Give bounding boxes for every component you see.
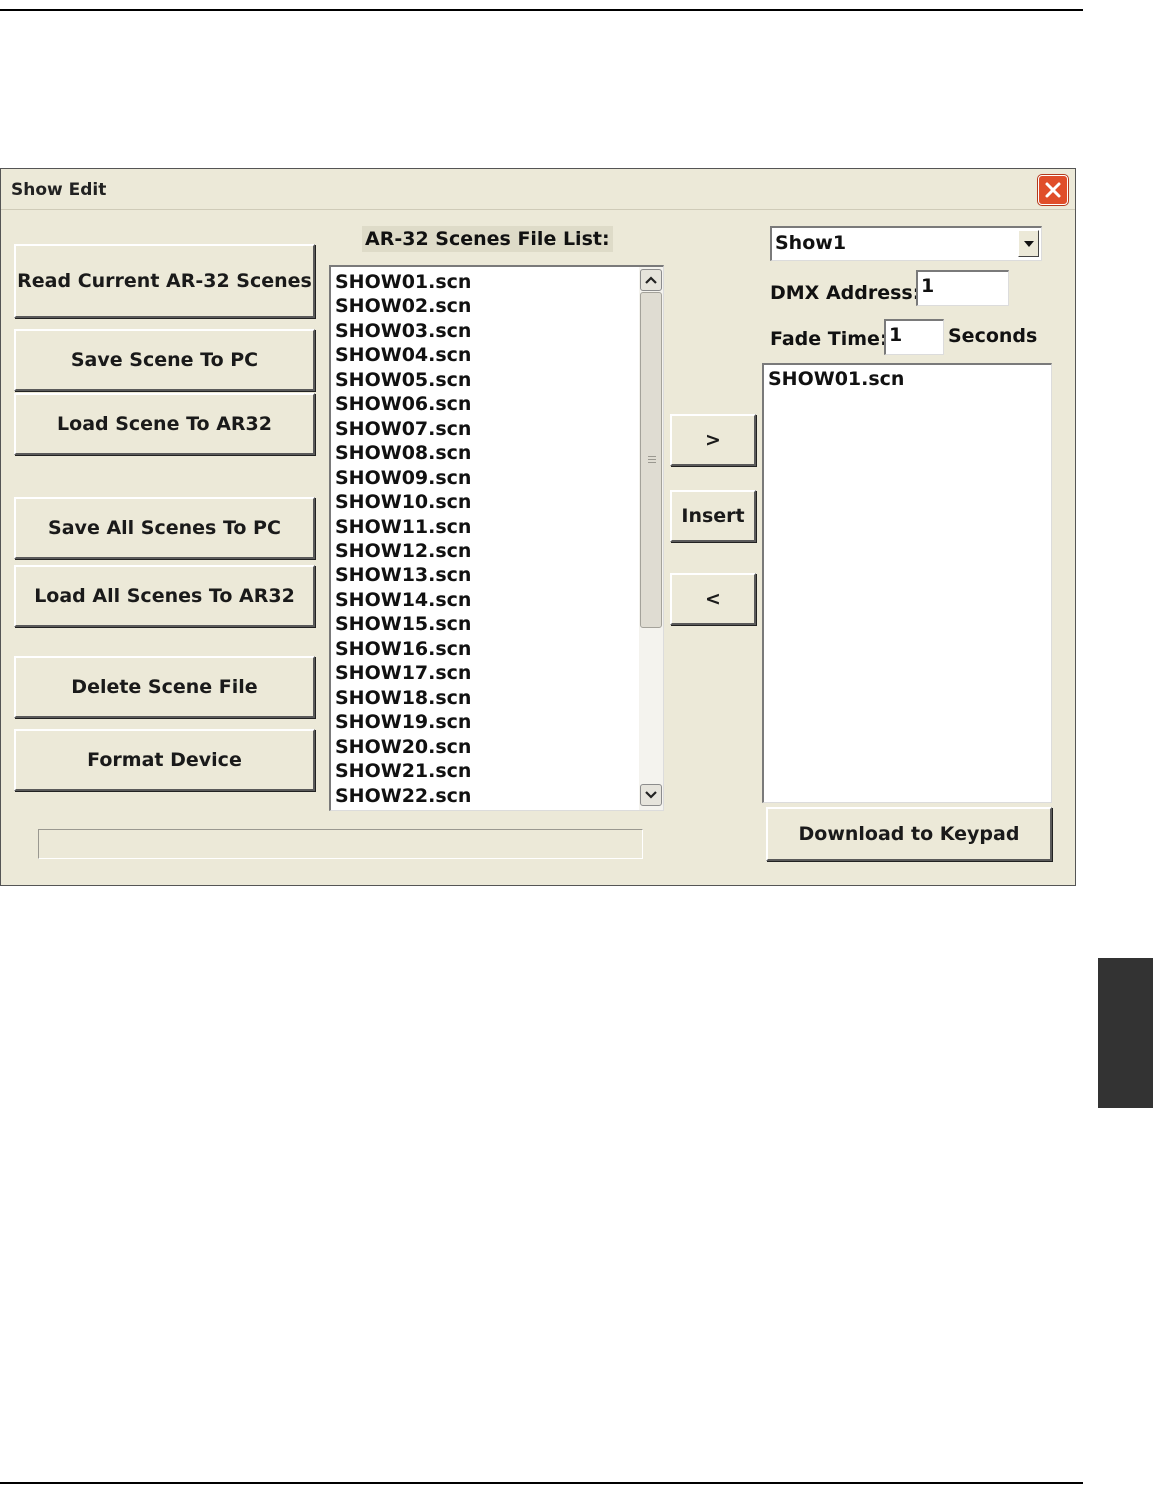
scroll-down-button[interactable] <box>640 784 662 806</box>
list-item[interactable]: SHOW16.scn <box>331 637 639 661</box>
file-list-label: AR-32 Scenes File List: <box>362 226 613 252</box>
arrow-up-icon <box>645 276 657 284</box>
list-item[interactable]: SHOW15.scn <box>331 612 639 636</box>
list-item[interactable]: SHOW01.scn <box>764 367 1051 391</box>
save-all-scenes-to-pc-button[interactable]: Save All Scenes To PC <box>14 497 315 559</box>
list-item[interactable]: SHOW12.scn <box>331 539 639 563</box>
list-item[interactable]: SHOW11.scn <box>331 515 639 539</box>
show-select[interactable]: Show1 <box>770 226 1042 261</box>
window-title: Show Edit <box>11 180 107 200</box>
load-scene-to-ar32-button[interactable]: Load Scene To AR32 <box>14 393 315 455</box>
arrow-down-icon <box>645 791 657 799</box>
remove-scene-button[interactable]: < <box>670 573 756 625</box>
read-current-scenes-button[interactable]: Read Current AR-32 Scenes <box>14 244 315 318</box>
list-item[interactable]: SHOW02.scn <box>331 294 639 318</box>
list-item[interactable]: SHOW08.scn <box>331 441 639 465</box>
chevron-down-icon <box>1023 240 1034 247</box>
list-item[interactable]: SHOW13.scn <box>331 563 639 587</box>
close-icon <box>1045 182 1061 198</box>
show-select-dropdown-button[interactable] <box>1018 230 1039 257</box>
show-scene-list[interactable]: SHOW01.scn <box>762 363 1052 803</box>
delete-scene-file-button[interactable]: Delete Scene File <box>14 656 315 718</box>
fade-time-input[interactable]: 1 <box>884 319 944 355</box>
load-all-scenes-to-ar32-button[interactable]: Load All Scenes To AR32 <box>14 565 315 627</box>
list-item[interactable]: SHOW17.scn <box>331 661 639 685</box>
page-top-rule <box>0 9 1083 11</box>
show-edit-window: Show Edit Read Current AR-32 Scenes Save… <box>0 168 1076 886</box>
dmx-address-label: DMX Address: <box>770 282 921 304</box>
page-side-tab <box>1098 958 1153 1108</box>
list-item[interactable]: SHOW07.scn <box>331 417 639 441</box>
list-item[interactable]: SHOW06.scn <box>331 392 639 416</box>
insert-scene-button[interactable]: Insert <box>670 490 756 542</box>
list-item[interactable]: SHOW10.scn <box>331 490 639 514</box>
list-item[interactable]: SHOW04.scn <box>331 343 639 367</box>
list-item[interactable]: SHOW05.scn <box>331 368 639 392</box>
list-item[interactable]: SHOW09.scn <box>331 466 639 490</box>
list-item[interactable]: SHOW20.scn <box>331 735 639 759</box>
list-item[interactable]: SHOW22.scn <box>331 784 639 808</box>
list-item[interactable]: SHOW14.scn <box>331 588 639 612</box>
dmx-address-input[interactable]: 1 <box>916 270 1009 306</box>
title-bar[interactable]: Show Edit <box>1 169 1075 210</box>
file-list-scrollbar[interactable] <box>639 267 663 810</box>
scroll-thumb[interactable] <box>640 292 662 628</box>
download-to-keypad-button[interactable]: Download to Keypad <box>766 807 1052 861</box>
format-device-button[interactable]: Format Device <box>14 729 315 791</box>
list-item[interactable]: SHOW03.scn <box>331 319 639 343</box>
add-scene-button[interactable]: > <box>670 414 756 466</box>
list-item[interactable]: SHOW19.scn <box>331 710 639 734</box>
progress-bar <box>38 829 643 859</box>
scroll-up-button[interactable] <box>640 269 662 291</box>
scenes-file-list[interactable]: SHOW01.scn SHOW02.scn SHOW03.scn SHOW04.scn… <box>329 265 664 811</box>
fade-time-label: Fade Time: <box>770 328 888 350</box>
page-bottom-rule <box>0 1482 1083 1484</box>
list-item[interactable]: SHOW01.scn <box>331 270 639 294</box>
fade-time-unit: Seconds <box>948 325 1038 347</box>
close-button[interactable] <box>1038 175 1068 205</box>
save-scene-to-pc-button[interactable]: Save Scene To PC <box>14 329 315 391</box>
list-item[interactable]: SHOW21.scn <box>331 759 639 783</box>
list-item[interactable]: SHOW18.scn <box>331 686 639 710</box>
show-select-value: Show1 <box>775 232 847 254</box>
